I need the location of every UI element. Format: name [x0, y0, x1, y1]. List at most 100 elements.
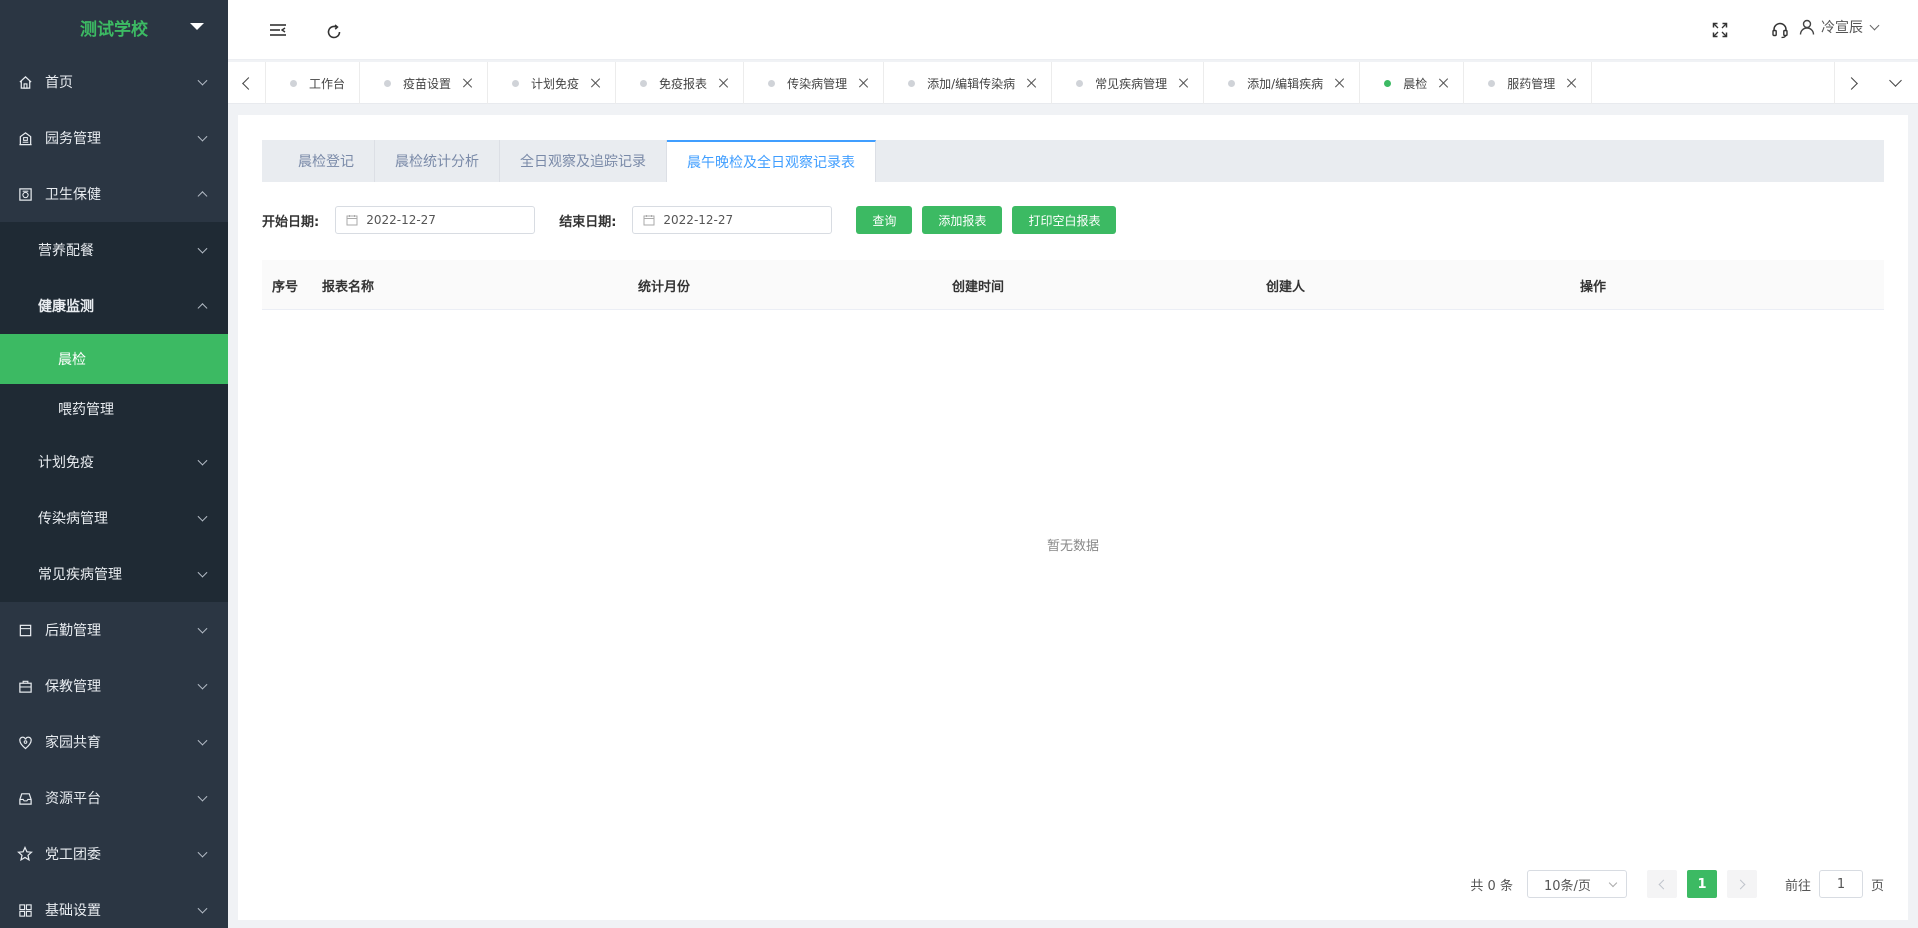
prev-page-button[interactable]: [1646, 870, 1677, 898]
goto-page-input[interactable]: 1: [1818, 870, 1863, 898]
tab-workbench[interactable]: 工作台: [266, 62, 361, 104]
heart-location-icon: [16, 733, 34, 751]
chevron-up-icon: [197, 303, 208, 314]
building-icon: [16, 129, 34, 147]
health-care-submenu: 营养配餐 健康监测 晨检 喂药管理 计划免疫 传染病管理 常见疾病管理: [0, 222, 228, 602]
close-icon[interactable]: [1335, 78, 1345, 88]
caret-down-icon[interactable]: [190, 23, 204, 30]
medical-box-icon: [16, 185, 34, 203]
sidebar-item-party-committee[interactable]: 党工团委: [0, 826, 228, 882]
close-icon[interactable]: [1027, 78, 1037, 88]
tab-label: 常见疾病管理: [1095, 76, 1168, 91]
sidebar-item-resources[interactable]: 资源平台: [0, 770, 228, 826]
chevron-down-icon: [197, 679, 208, 690]
headset-icon[interactable]: [1770, 20, 1790, 40]
empty-state: 暂无数据: [1046, 539, 1099, 554]
sidebar-item-infectious-disease[interactable]: 传染病管理: [0, 490, 228, 546]
collapse-menu-icon[interactable]: [268, 20, 288, 40]
tab-label: 服药管理: [1507, 76, 1556, 91]
sidebar-item-label: 资源平台: [45, 791, 101, 807]
tabs-scroll-right[interactable]: [1834, 62, 1872, 104]
table-header: 序号 报表名称 统计月份 创建时间 创建人 操作: [262, 260, 1884, 310]
tab-morning-check[interactable]: 晨检: [1360, 62, 1465, 104]
home-icon: [16, 73, 34, 91]
next-page-button[interactable]: [1726, 870, 1757, 898]
subtab-daily-observation[interactable]: 全日观察及追踪记录: [500, 140, 667, 182]
grid-icon: [16, 901, 34, 919]
tab-common-disease[interactable]: 常见疾病管理: [1052, 62, 1205, 104]
chevron-down-icon: [197, 131, 208, 142]
school-name: 测试学校: [80, 19, 148, 40]
fullscreen-icon[interactable]: [1710, 20, 1730, 40]
subtab-records-table[interactable]: 晨午晚检及全日观察记录表: [667, 140, 876, 182]
tab-vaccine-settings[interactable]: 疫苗设置: [360, 62, 489, 104]
total-count: 共 0 条: [1470, 878, 1513, 894]
close-icon[interactable]: [1179, 78, 1189, 88]
tabs-dropdown[interactable]: [1872, 62, 1918, 104]
tab-immunization[interactable]: 计划免疫: [488, 62, 617, 104]
column-index: 序号: [272, 279, 299, 295]
close-icon[interactable]: [463, 78, 473, 88]
chevron-right-icon: [1735, 879, 1746, 889]
refresh-icon[interactable]: [324, 22, 344, 42]
end-date-input[interactable]: 2022-12-27: [632, 206, 833, 234]
sidebar-item-home-school[interactable]: 家园共育: [0, 714, 228, 770]
sidebar-item-teaching[interactable]: 保教管理: [0, 658, 228, 714]
tab-edit-disease[interactable]: 添加/编辑疾病: [1204, 62, 1361, 104]
tab-immunization-report[interactable]: 免疫报表: [616, 62, 745, 104]
chevron-down-icon: [197, 735, 208, 746]
sidebar-item-label: 保教管理: [45, 679, 101, 695]
tab-medication-management[interactable]: 服药管理: [1464, 62, 1593, 104]
tabs-list: 工作台 疫苗设置 计划免疫 免疫报表 传染病管理 添加/编辑传染病 常见疾病管理…: [266, 62, 1834, 104]
sidebar-item-nutrition[interactable]: 营养配餐: [0, 222, 228, 278]
add-report-button[interactable]: 添加报表: [922, 206, 1003, 234]
chevron-down-icon: [197, 791, 208, 802]
tab-dot: [640, 79, 648, 87]
inbox-icon: [16, 789, 34, 807]
tab-infectious-disease[interactable]: 传染病管理: [744, 62, 885, 104]
close-icon[interactable]: [591, 78, 601, 88]
sidebar-item-label: 传染病管理: [38, 511, 108, 527]
sidebar-item-morning-check[interactable]: 晨检: [0, 334, 228, 384]
sidebar-item-label: 营养配餐: [38, 243, 94, 259]
tab-dot: [512, 79, 520, 87]
sidebar-item-health-monitoring[interactable]: 健康监测: [0, 278, 228, 334]
sidebar-item-label: 首页: [45, 75, 73, 91]
sidebar-item-health-care[interactable]: 卫生保健: [0, 166, 228, 222]
sidebar-item-medication[interactable]: 喂药管理: [0, 384, 228, 434]
sidebar-item-immunization[interactable]: 计划免疫: [0, 434, 228, 490]
tab-label: 添加/编辑疾病: [1247, 76, 1324, 91]
page-size-select[interactable]: 10条/页: [1526, 870, 1627, 898]
sidebar-item-basic-settings[interactable]: 基础设置: [0, 882, 228, 928]
page-number-current[interactable]: 1: [1686, 870, 1717, 898]
subtab-statistics[interactable]: 晨检统计分析: [375, 140, 500, 182]
user-menu[interactable]: 冷宣辰: [1799, 17, 1880, 37]
close-icon[interactable]: [1567, 78, 1577, 88]
column-month: 统计月份: [638, 279, 691, 295]
tabs-scroll-left[interactable]: [228, 62, 266, 104]
school-switcher[interactable]: 测试学校: [0, 0, 228, 54]
tab-edit-infectious-disease[interactable]: 添加/编辑传染病: [884, 62, 1053, 104]
chevron-down-icon: [197, 623, 208, 634]
close-icon[interactable]: [1439, 78, 1449, 88]
calendar-icon: [346, 214, 358, 226]
sidebar-item-common-disease[interactable]: 常见疾病管理: [0, 546, 228, 602]
end-date-value: 2022-12-27: [663, 213, 734, 227]
sidebar-item-label: 计划免疫: [38, 455, 94, 471]
tab-label: 计划免疫: [531, 76, 580, 91]
sidebar-item-home[interactable]: 首页: [0, 54, 228, 110]
sidebar-item-logistics[interactable]: 后勤管理: [0, 602, 228, 658]
start-date-input[interactable]: 2022-12-27: [335, 206, 536, 234]
sidebar-item-campus-affairs[interactable]: 园务管理: [0, 110, 228, 166]
close-icon[interactable]: [719, 78, 729, 88]
pagination: 共 0 条 10条/页 1 前往 1 页: [1470, 870, 1884, 898]
reports-table: 序号 报表名称 统计月份 创建时间 创建人 操作 暂无数据: [262, 260, 1884, 554]
subtab-morning-check-register[interactable]: 晨检登记: [262, 140, 375, 182]
tab-label: 添加/编辑传染病: [927, 76, 1016, 91]
tab-dot: [290, 79, 297, 87]
close-icon[interactable]: [859, 78, 869, 88]
query-button[interactable]: 查询: [856, 206, 913, 234]
logistics-icon: [16, 621, 34, 639]
column-actions: 操作: [1580, 279, 1607, 295]
print-blank-report-button[interactable]: 打印空白报表: [1012, 206, 1117, 234]
